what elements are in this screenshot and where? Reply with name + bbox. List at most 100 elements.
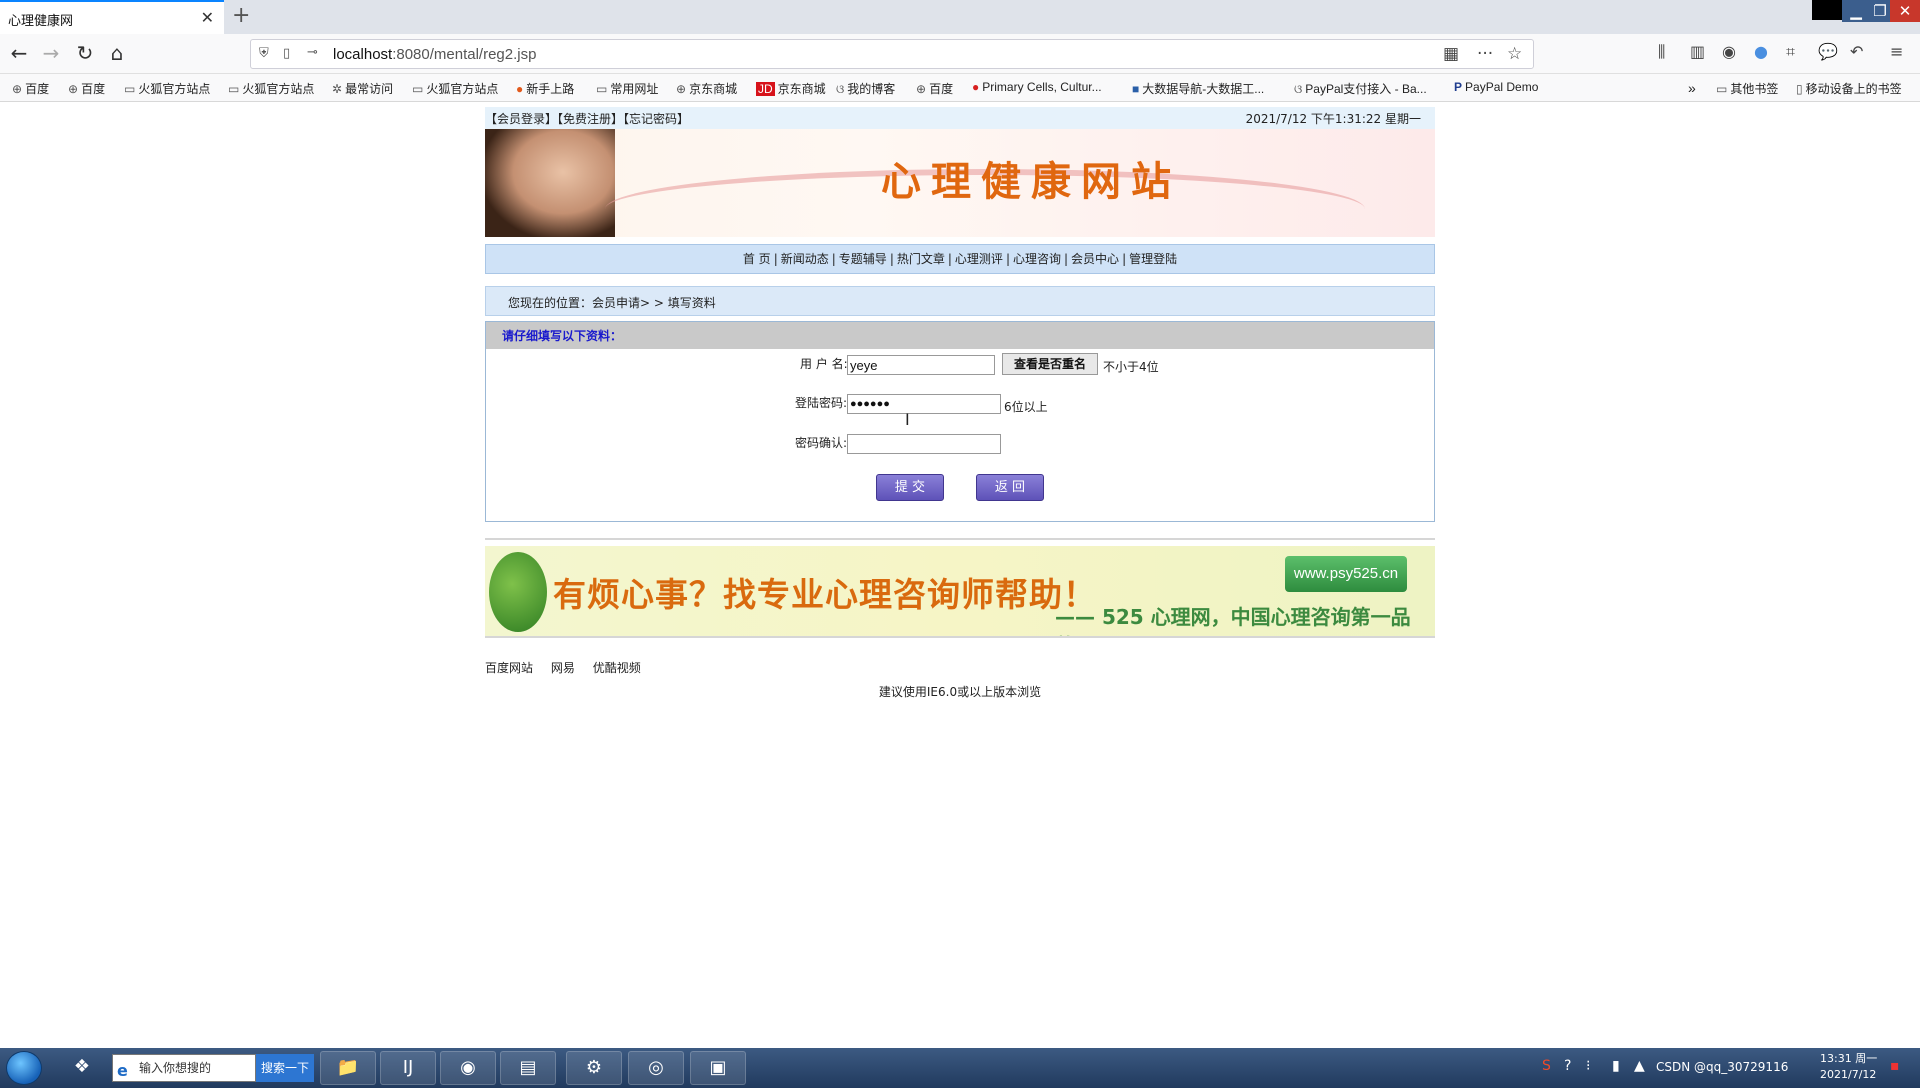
bookmark-item[interactable]: ■ 大数据导航-大数据工...: [1132, 80, 1264, 97]
folder-icon: ▭: [1716, 82, 1728, 96]
password-hint: 6位以上: [1004, 400, 1048, 414]
bookmark-item[interactable]: JD 京东商城: [756, 80, 826, 97]
bookmark-item[interactable]: P PayPal Demo: [1454, 80, 1538, 94]
screenshot-icon[interactable]: ⌗: [1786, 42, 1795, 62]
qr-code-icon[interactable]: ▦: [1443, 44, 1459, 64]
bookmark-item[interactable]: ▭ 其他书签: [1716, 80, 1778, 97]
windows-logo-icon[interactable]: ❖: [56, 1051, 108, 1085]
footer-links: 百度网站 网易 优酷视频: [485, 659, 655, 676]
folder-icon: ▭: [596, 82, 608, 96]
bookmark-item[interactable]: ⊕ 京东商城: [676, 80, 737, 97]
menu-item-assessment[interactable]: 心理测评: [955, 245, 1003, 273]
ad-url-button[interactable]: www.psy525.cn: [1285, 556, 1407, 592]
clock-time[interactable]: 13:31 周一: [1820, 1050, 1877, 1066]
file-explorer-icon[interactable]: ▤: [500, 1051, 556, 1085]
menu-item-member-center[interactable]: 会员中心: [1071, 245, 1119, 273]
menu-item-consulting[interactable]: 心理咨询: [1013, 245, 1061, 273]
bookmarks-overflow-icon[interactable]: »: [1688, 80, 1696, 96]
bookmark-item[interactable]: ● 新手上路: [516, 80, 574, 97]
account-icon[interactable]: ◉: [1722, 42, 1736, 61]
folder-app-icon[interactable]: 📁: [320, 1051, 376, 1085]
advertisement-banner[interactable]: 有烦心事？找专业心理咨询师帮助！ www.psy525.cn —— 525 心理…: [485, 546, 1435, 638]
chrome-icon[interactable]: ◎: [628, 1051, 684, 1085]
taskbar-search-input[interactable]: e 输入你想搜的: [112, 1054, 256, 1082]
home-icon[interactable]: ⌂: [104, 42, 130, 66]
username-input[interactable]: [847, 355, 995, 375]
bookmark-item[interactable]: ▭ 火狐官方站点: [412, 80, 498, 97]
back-button[interactable]: 返 回: [976, 474, 1044, 501]
clock-date[interactable]: 2021/7/12: [1820, 1068, 1876, 1081]
window-overlay: [1812, 0, 1842, 20]
menu-item-topics[interactable]: 专题辅导: [839, 245, 887, 273]
input-method-icon[interactable]: S: [1542, 1058, 1551, 1074]
shield-icon[interactable]: ⛨: [259, 46, 269, 61]
help-icon[interactable]: ?: [1564, 1058, 1571, 1074]
url-text[interactable]: localhost:8080/mental/reg2.jsp: [333, 46, 536, 63]
bookmark-item[interactable]: ▭ 火狐官方站点: [228, 80, 314, 97]
intellij-icon[interactable]: IJ: [380, 1051, 436, 1085]
key-icon[interactable]: ⊸: [307, 45, 318, 60]
notification-icon[interactable]: ▪: [1890, 1058, 1900, 1074]
window-close-icon[interactable]: ✕: [1890, 0, 1920, 22]
network-icon[interactable]: ⁝: [1586, 1058, 1590, 1074]
undo-icon[interactable]: ↶: [1850, 42, 1863, 61]
menu-separator: |: [1064, 252, 1069, 266]
footer-link-netease[interactable]: 网易: [551, 661, 575, 675]
footer-link-baidu[interactable]: 百度网站: [485, 661, 533, 675]
back-icon[interactable]: ←: [6, 42, 32, 66]
bookmark-item[interactable]: ⊕ 百度: [916, 80, 953, 97]
new-tab-icon[interactable]: +: [232, 3, 250, 28]
browser-toolbar: ← → ↻ ⌂ ⛨ ▯ ⊸ localhost:8080/mental/reg2…: [0, 34, 1920, 74]
library-icon[interactable]: ⫼: [1658, 42, 1665, 62]
reload-icon[interactable]: ↻: [72, 42, 98, 66]
bookmark-item[interactable]: ● Primary Cells, Cultur...: [972, 80, 1102, 94]
bookmark-item[interactable]: ⊕ 百度: [68, 80, 105, 97]
check-duplicate-button[interactable]: 查看是否重名: [1002, 353, 1098, 375]
more-actions-icon[interactable]: ···: [1477, 44, 1493, 64]
confirm-password-input[interactable]: [847, 434, 1001, 454]
bookmark-star-icon[interactable]: ☆: [1507, 44, 1522, 64]
chat-icon[interactable]: 💬: [1818, 42, 1838, 61]
forward-icon[interactable]: →: [38, 42, 64, 66]
firefox-icon: ●: [516, 82, 524, 96]
site-banner: 心理健康网站: [485, 129, 1435, 237]
menu-item-admin-login[interactable]: 管理登陆: [1129, 245, 1177, 273]
submit-button[interactable]: 提 交: [876, 474, 944, 501]
taskbar: ❖ e 输入你想搜的 搜索一下 📁 IJ ◉ ▤ ⚙ ◎ ▣ S ? ⁝ ▮ ▲…: [0, 1048, 1920, 1088]
member-links[interactable]: 【会员登录】【免费注册】【忘记密码】: [485, 110, 689, 127]
browser-recommendation: 建议使用IE6.0或以上版本浏览: [878, 685, 1042, 699]
firefox-app-icon[interactable]: ◉: [440, 1051, 496, 1085]
bookmark-item[interactable]: ଓ PayPal支付接入 - Ba...: [1294, 80, 1427, 97]
start-button-icon[interactable]: [6, 1051, 42, 1085]
settings-app-icon[interactable]: ⚙: [566, 1051, 622, 1085]
globe-icon: ⊕: [916, 82, 927, 96]
folder-icon: ▭: [412, 82, 424, 96]
password-input[interactable]: ●●●●●●: [847, 394, 1001, 414]
divider: [485, 538, 1435, 540]
footer-link-youku[interactable]: 优酷视频: [593, 661, 641, 675]
bookmark-item[interactable]: ✲ 最常访问: [332, 80, 393, 97]
sidebar-icon[interactable]: ▥: [1690, 42, 1705, 61]
battery-icon[interactable]: ▮: [1612, 1058, 1620, 1074]
bookmark-item[interactable]: ▭ 常用网址: [596, 80, 658, 97]
menu-item-home[interactable]: 首 页: [743, 245, 771, 273]
menu-item-hot-articles[interactable]: 热门文章: [897, 245, 945, 273]
taskbar-search-button[interactable]: 搜索一下: [256, 1054, 314, 1082]
ie-icon: e: [117, 1061, 128, 1080]
bookmark-item[interactable]: ▭ 火狐官方站点: [124, 80, 210, 97]
browser-tab-bar: 心理健康网 ✕ + ▁ ❐ ✕: [0, 0, 1920, 34]
bookmark-item[interactable]: ⊕ 百度: [12, 80, 49, 97]
menu-separator: |: [831, 252, 836, 266]
browser-tab-active[interactable]: 心理健康网 ✕: [0, 0, 224, 34]
terminal-app-icon[interactable]: ▣: [690, 1051, 746, 1085]
breadcrumb: 您现在的位置：会员申请> > 填写资料: [485, 286, 1435, 316]
tray-expand-icon[interactable]: ▲: [1634, 1058, 1645, 1074]
menu-icon[interactable]: ≡: [1890, 42, 1903, 61]
address-bar[interactable]: ⛨ ▯ ⊸ localhost:8080/mental/reg2.jsp ▦ ·…: [250, 39, 1534, 69]
bookmark-item[interactable]: ▯ 移动设备上的书签: [1796, 80, 1902, 97]
bookmark-item[interactable]: ଓ 我的博客: [836, 80, 895, 97]
tab-close-icon[interactable]: ✕: [201, 8, 214, 27]
top-bar: 【会员登录】【免费注册】【忘记密码】 2021/7/12 下午1:31:22 星…: [485, 107, 1435, 129]
menu-item-news[interactable]: 新闻动态: [781, 245, 829, 273]
extension-globe-icon[interactable]: ●: [1754, 42, 1768, 61]
